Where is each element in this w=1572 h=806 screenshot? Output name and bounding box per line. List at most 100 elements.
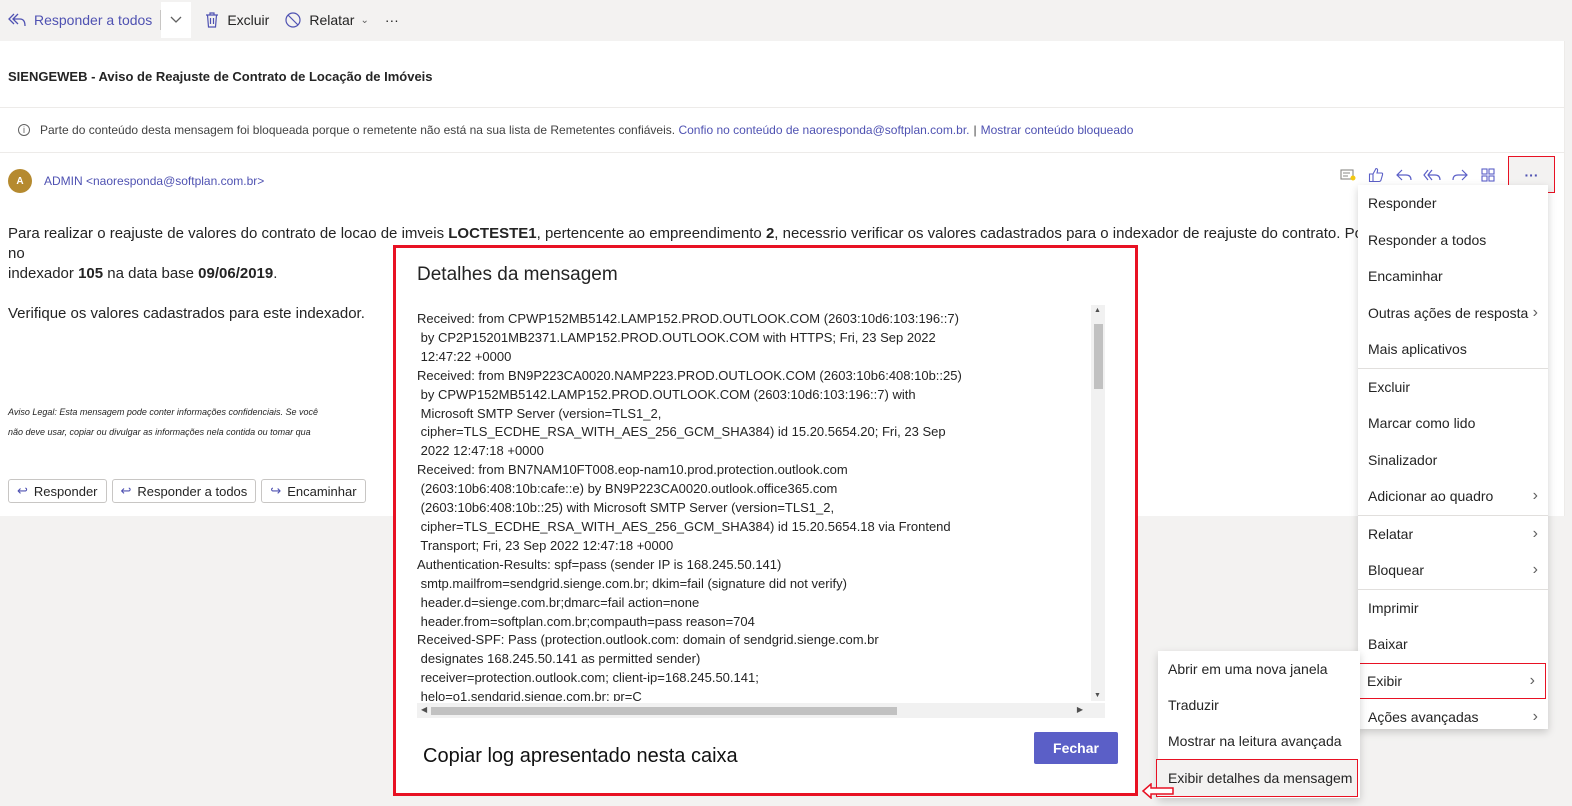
submenu-item-label: Traduzir (1168, 697, 1219, 713)
message-details-dialog: Detalhes da mensagem Received: from CPWP… (393, 245, 1138, 796)
report-button[interactable]: Relatar ⌄ (277, 2, 377, 38)
close-button[interactable]: Fechar (1034, 732, 1118, 764)
scrollbar-thumb[interactable] (431, 707, 897, 715)
sender-name[interactable]: ADMIN <naoresponda@softplan.com.br> (44, 174, 264, 188)
submenu-item-label: Abrir em uma nova janela (1168, 661, 1328, 677)
delete-button[interactable]: Excluir (197, 2, 277, 38)
link-separator: | (973, 123, 977, 137)
menu-item-label: Sinalizador (1368, 451, 1438, 468)
scroll-down-icon[interactable]: ▼ (1094, 692, 1101, 699)
menu-item-label: Responder a todos (1368, 231, 1487, 248)
trust-sender-link[interactable]: Confio no conteúdo de naoresponda@softpl… (678, 123, 969, 137)
menu-item-more-apps[interactable]: Mais aplicativos (1358, 331, 1548, 368)
forward-button[interactable]: ↪ Encaminhar (261, 479, 366, 503)
menu-item-label: Excluir (1368, 378, 1411, 395)
reply-all-button[interactable]: Responder a todos (0, 2, 160, 38)
menu-item-other-reply-actions[interactable]: Outras ações de resposta › (1358, 295, 1548, 332)
body-text: , pertencente ao empreendimento (536, 225, 766, 242)
more-horizontal-icon: ··· (384, 12, 399, 28)
report-label: Relatar (309, 12, 355, 28)
headers-log-box[interactable]: Received: from CPWP152MB5142.LAMP152.PRO… (417, 305, 1105, 718)
chevron-right-icon: › (1532, 708, 1538, 726)
sender-row: A ADMIN <naoresponda@softplan.com.br> (8, 169, 264, 193)
message-subject: SIENGEWEB - Aviso de Reajuste de Contrat… (8, 69, 433, 84)
chevron-right-icon: › (1532, 524, 1538, 542)
avatar[interactable]: A (8, 169, 32, 193)
scrollbar-thumb[interactable] (1094, 324, 1103, 389)
submenu-item-label: Mostrar na leitura avançada (1168, 733, 1342, 749)
body-text: . (273, 265, 278, 282)
annotation-arrow-icon (1142, 783, 1174, 799)
chevron-right-icon: › (1532, 487, 1538, 505)
scroll-up-icon[interactable]: ▲ (1094, 307, 1101, 314)
body-text: indexador (8, 265, 79, 282)
menu-item-label: Adicionar ao quadro (1368, 488, 1494, 505)
disclaimer-line: não deve usar, copiar ou divulgar as inf… (8, 427, 311, 437)
menu-item-label: Encaminhar (1368, 268, 1443, 285)
menu-item-label: Outras ações de resposta (1368, 304, 1529, 321)
annotation-text: Copiar log apresentado nesta caixa (423, 745, 738, 767)
menu-item-reply-all[interactable]: Responder a todos (1358, 222, 1548, 259)
delete-label: Excluir (227, 12, 270, 28)
reply-icon: ↩ (17, 483, 28, 498)
view-submenu: Abrir em uma nova janela Traduzir Mostra… (1156, 651, 1360, 798)
menu-item-label: Marcar como lido (1368, 415, 1476, 432)
submenu-item-immersive-reader[interactable]: Mostrar na leitura avançada (1158, 723, 1360, 759)
command-toolbar: Responder a todos Excluir Relatar ⌄ ··· (0, 0, 1572, 40)
menu-item-flag[interactable]: Sinalizador (1358, 442, 1548, 479)
headers-log-text[interactable]: Received: from CPWP152MB5142.LAMP152.PRO… (417, 305, 1089, 701)
menu-item-label: Baixar (1368, 636, 1408, 653)
menu-item-label: Imprimir (1368, 599, 1419, 616)
scroll-left-icon[interactable]: ◀ (421, 705, 427, 714)
chevron-right-icon: › (1532, 561, 1538, 579)
reply-options-dropdown[interactable] (161, 2, 192, 38)
chevron-down-icon: ⌄ (360, 14, 369, 26)
menu-item-download[interactable]: Baixar (1358, 626, 1548, 663)
menu-item-report[interactable]: Relatar › (1358, 516, 1548, 553)
menu-item-print[interactable]: Imprimir (1358, 590, 1548, 627)
menu-item-forward[interactable]: Encaminhar (1358, 258, 1548, 295)
menu-item-add-to-board[interactable]: Adicionar ao quadro › (1358, 478, 1548, 515)
chevron-right-icon: › (1532, 303, 1538, 321)
more-horizontal-icon: ··· (1524, 166, 1539, 183)
menu-item-mark-read[interactable]: Marcar como lido (1358, 405, 1548, 442)
menu-item-label: Ações avançadas (1368, 709, 1479, 726)
horizontal-scrollbar[interactable]: ◀ ▶ (417, 703, 1105, 718)
menu-item-label: Responder (1368, 195, 1437, 212)
submenu-item-view-message-details[interactable]: Exibir detalhes da mensagem (1156, 759, 1358, 797)
block-icon (285, 12, 301, 28)
dialog-title: Detalhes da mensagem (417, 264, 618, 285)
trash-icon (206, 12, 219, 28)
menu-item-block[interactable]: Bloquear › (1358, 552, 1548, 589)
legal-disclaimer: Aviso Legal: Esta mensagem pode conter i… (8, 402, 318, 442)
reply-all-label: Responder a todos (137, 483, 248, 499)
menu-item-reply[interactable]: Responder (1358, 185, 1548, 222)
menu-item-view[interactable]: Exibir › (1356, 662, 1546, 699)
menu-item-label: Bloquear (1368, 562, 1425, 579)
menu-item-advanced-actions[interactable]: Ações avançadas › (1358, 699, 1548, 736)
submenu-item-open-new-window[interactable]: Abrir em uma nova janela (1158, 651, 1360, 687)
contract-code: LOCTESTE1 (448, 225, 537, 242)
reply-label: Responder (33, 483, 98, 499)
show-blocked-content-link[interactable]: Mostrar conteúdo bloqueado (981, 123, 1134, 137)
more-actions-button[interactable]: ··· (377, 2, 407, 38)
indexer-id: 105 (78, 265, 104, 282)
chevron-down-icon (170, 16, 182, 23)
reply-all-label: Responder a todos (34, 12, 153, 28)
menu-item-label: Exibir (1367, 672, 1403, 689)
base-date: 09/06/2019 (198, 265, 274, 282)
forward-label: Encaminhar (287, 483, 357, 499)
body-text: Para realizar o reajuste de valores do c… (8, 225, 449, 242)
scroll-right-icon[interactable]: ▶ (1077, 705, 1083, 714)
reply-all-button[interactable]: ↩ Responder a todos (111, 479, 257, 503)
vertical-scrollbar[interactable]: ▲ ▼ (1091, 305, 1105, 701)
forward-icon: ↪ (270, 483, 282, 498)
blocked-notice-text: Parte do conteúdo desta mensagem foi blo… (40, 123, 676, 137)
disclaimer-line: Aviso Legal: Esta mensagem pode conter i… (8, 407, 319, 417)
menu-item-label: Mais aplicativos (1368, 341, 1467, 358)
chevron-right-icon: › (1529, 671, 1535, 689)
reply-button[interactable]: ↩ Responder (8, 479, 107, 503)
info-icon: i (18, 124, 30, 136)
submenu-item-translate[interactable]: Traduzir (1158, 687, 1360, 723)
menu-item-delete[interactable]: Excluir (1358, 369, 1548, 406)
